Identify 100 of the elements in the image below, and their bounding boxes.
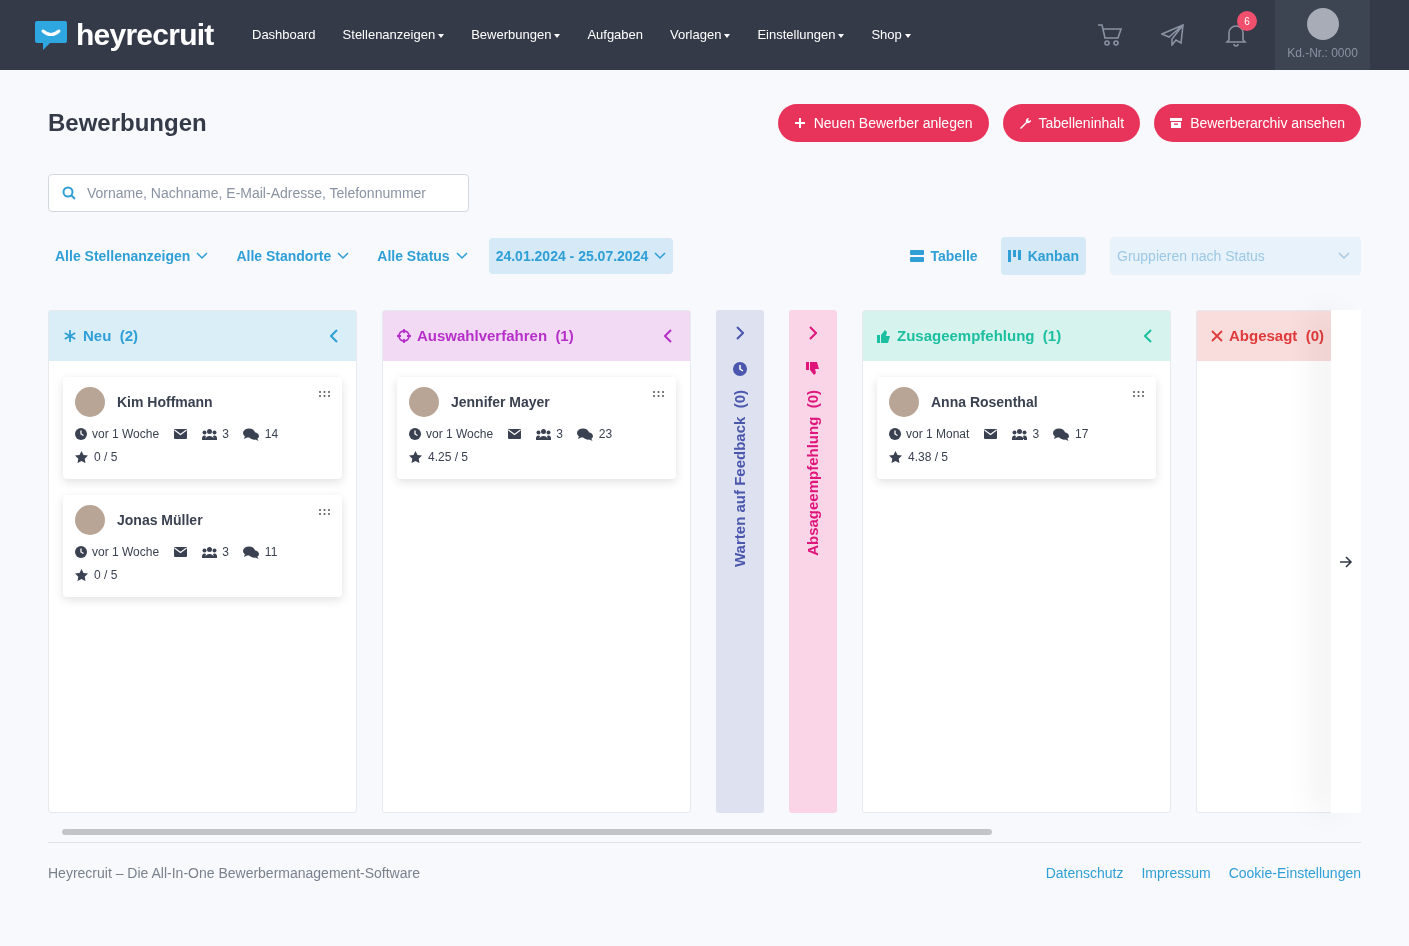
applicant-card[interactable]: Anna Rosenthal vor 1 Monat 3 17 4.38 / 5 — [877, 377, 1156, 479]
footer-link[interactable]: Cookie-Einstellungen — [1228, 863, 1361, 884]
chevron-right-icon[interactable] — [809, 326, 817, 340]
team-icon — [202, 546, 218, 558]
thumbs-down-icon — [806, 362, 820, 376]
caret-down-icon — [554, 34, 561, 38]
column-title: Absageempfehlung (0) — [802, 390, 822, 556]
comments-icon — [242, 545, 259, 559]
applicant-name: Kim Hoffmann — [117, 392, 213, 412]
clock-icon — [75, 546, 87, 558]
plus-icon — [793, 117, 806, 129]
drag-handle-icon — [1133, 391, 1144, 397]
team-count: 3 — [556, 426, 563, 443]
nav-link[interactable]: Shop — [871, 25, 911, 45]
footer-link[interactable]: Impressum — [1141, 863, 1211, 884]
chevron-right-icon[interactable] — [736, 326, 744, 340]
chevron-down-icon — [337, 252, 350, 260]
comments-icon — [576, 427, 593, 441]
applicant-name: Jennifer Mayer — [451, 392, 550, 412]
time-text: vor 1 Woche — [92, 544, 160, 561]
nav-link[interactable]: Vorlagen — [670, 25, 731, 45]
account-panel[interactable]: Kd.-Nr.: 0000 — [1275, 0, 1370, 70]
filter-dropdown[interactable]: Alle Stellenanzeigen — [48, 238, 216, 274]
comments-icon — [1053, 427, 1070, 441]
footer-link[interactable]: Datenschutz — [1045, 863, 1124, 884]
avatar-placeholder — [409, 387, 439, 417]
filter-dropdown[interactable]: Alle Status — [370, 238, 475, 274]
action-button[interactable]: Neuen Bewerber anlegen — [777, 104, 989, 142]
nav-link[interactable]: Stellenanzeigen — [342, 25, 445, 45]
logo-text: heyrecruit — [76, 20, 214, 50]
applicant-card[interactable]: Jonas Müller vor 1 Woche 3 11 0 / 5 — [63, 495, 342, 597]
drag-handle-icon — [319, 391, 330, 397]
drag-handle-icon — [319, 509, 330, 515]
nav-link[interactable]: Bewerbungen — [471, 25, 561, 45]
applicant-card[interactable]: Kim Hoffmann vor 1 Woche 3 14 0 / 5 — [63, 377, 342, 479]
filter-dropdown[interactable]: Alle Standorte — [229, 238, 357, 274]
chevron-left-icon[interactable] — [330, 329, 338, 343]
applicant-card[interactable]: Jennifer Mayer vor 1 Woche 3 23 4.25 / 5 — [397, 377, 676, 479]
nav-link[interactable]: Dashboard — [252, 25, 316, 45]
page-title: Bewerbungen — [48, 108, 207, 138]
caret-down-icon — [838, 34, 845, 38]
chevron-left-icon[interactable] — [1144, 329, 1152, 343]
star-icon — [75, 569, 88, 581]
rating-text: 4.38 / 5 — [908, 449, 949, 466]
thumbs-up-icon — [877, 329, 891, 343]
nav-link[interactable]: Aufgaben — [587, 25, 644, 45]
star-icon — [409, 451, 422, 463]
arrow-right-icon[interactable] — [1339, 555, 1353, 568]
logo-icon — [34, 19, 68, 51]
clock-icon — [889, 428, 901, 440]
comment-count: 14 — [264, 426, 279, 443]
drag-handle-icon — [653, 391, 664, 397]
action-button[interactable]: Tabelleninhalt — [1002, 104, 1141, 142]
applicant-name: Jonas Müller — [117, 510, 203, 530]
paper-plane-icon[interactable] — [1161, 24, 1185, 46]
time-text: vor 1 Monat — [906, 426, 970, 443]
team-icon — [536, 428, 552, 440]
search-icon — [62, 186, 76, 200]
column-title: Zusageempfehlung (1) — [897, 325, 1062, 346]
chevron-left-icon[interactable] — [664, 329, 672, 343]
horizontal-scrollbar[interactable] — [62, 829, 992, 835]
rating-text: 0 / 5 — [94, 449, 118, 466]
column-title: Warten auf Feedback (0) — [729, 390, 749, 567]
close-icon — [1211, 330, 1223, 342]
crosshair-icon — [397, 329, 411, 343]
action-button[interactable]: Bewerberarchiv ansehen — [1154, 104, 1361, 142]
column-title: Abgesagt (0) — [1229, 325, 1324, 346]
chevron-down-icon — [1338, 252, 1350, 260]
bell-icon[interactable] — [1225, 23, 1247, 47]
column-title: Auswahlverfahren (1) — [417, 325, 574, 346]
rating-text: 0 / 5 — [94, 567, 118, 584]
notification-badge: 6 — [1237, 11, 1257, 31]
time-text: vor 1 Woche — [92, 426, 160, 443]
archive-icon — [1170, 117, 1183, 129]
avatar-placeholder — [75, 505, 105, 535]
filter-dropdown[interactable]: 24.01.2024 - 25.07.2024 — [488, 238, 674, 274]
avatar-placeholder — [1306, 8, 1339, 40]
team-icon — [202, 428, 218, 440]
mail-icon — [984, 429, 998, 439]
clock-icon — [733, 362, 747, 376]
avatar-placeholder — [75, 387, 105, 417]
team-count: 3 — [222, 426, 229, 443]
caret-down-icon — [724, 34, 731, 38]
time-text: vor 1 Woche — [426, 426, 494, 443]
view-tab[interactable]: Kanban — [1000, 237, 1086, 275]
view-tab[interactable]: Tabelle — [903, 237, 985, 275]
wrench-icon — [1018, 117, 1031, 129]
caret-down-icon — [904, 34, 911, 38]
star-icon — [889, 451, 902, 463]
comments-icon — [242, 427, 259, 441]
cart-icon[interactable] — [1097, 23, 1123, 47]
search-field[interactable]: Vorname, Nachname, E-Mail-Adresse, Telefonnummer — [48, 174, 469, 212]
avatar-placeholder — [889, 387, 919, 417]
nav-link[interactable]: Einstellungen — [757, 25, 845, 45]
customer-number: Kd.-Nr.: 0000 — [1287, 45, 1358, 62]
mail-icon — [508, 429, 522, 439]
mail-icon — [174, 429, 188, 439]
clock-icon — [409, 428, 421, 440]
comment-count: 11 — [264, 544, 278, 561]
star-icon — [75, 451, 88, 463]
